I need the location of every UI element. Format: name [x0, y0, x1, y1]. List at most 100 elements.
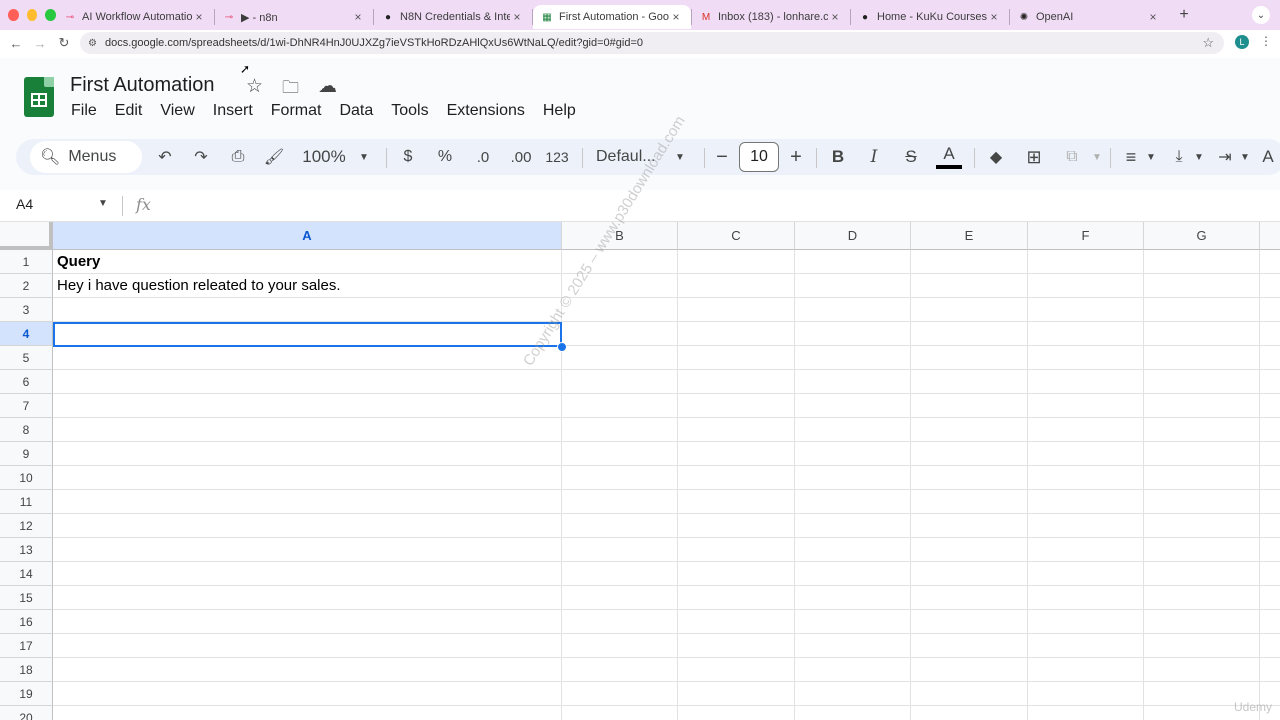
- site-info-icon[interactable]: ⚙: [88, 38, 97, 49]
- cell[interactable]: [795, 562, 911, 586]
- italic-icon[interactable]: I: [864, 139, 884, 175]
- text-wrapping-icon[interactable]: ⇥: [1214, 139, 1236, 175]
- cell[interactable]: [678, 706, 795, 720]
- cell[interactable]: [911, 538, 1028, 562]
- cell[interactable]: [795, 298, 911, 322]
- cell[interactable]: [562, 586, 678, 610]
- cell[interactable]: [1028, 274, 1144, 298]
- cell[interactable]: [911, 634, 1028, 658]
- cell[interactable]: [1144, 514, 1260, 538]
- column-header-f[interactable]: F: [1028, 222, 1144, 250]
- cell[interactable]: [53, 562, 562, 586]
- cell[interactable]: [1028, 394, 1144, 418]
- cell[interactable]: [1144, 610, 1260, 634]
- menu-item-insert[interactable]: Insert: [204, 102, 262, 120]
- horizontal-align-icon[interactable]: ≡: [1120, 139, 1142, 175]
- cell[interactable]: [1028, 706, 1144, 720]
- increase-font-size-icon[interactable]: +: [786, 139, 806, 175]
- cell[interactable]: [1260, 634, 1280, 658]
- cell[interactable]: [562, 682, 678, 706]
- browser-tab[interactable]: ▦ First Automation - Google Sh×: [533, 5, 691, 29]
- column-header-d[interactable]: D: [795, 222, 911, 250]
- cell[interactable]: [795, 250, 911, 274]
- cell[interactable]: [1144, 562, 1260, 586]
- cell[interactable]: [911, 250, 1028, 274]
- cell[interactable]: [795, 442, 911, 466]
- browser-tab[interactable]: ● Home - KuKu Courses ×: [851, 5, 1009, 29]
- cell[interactable]: [678, 490, 795, 514]
- row-header-14[interactable]: 14: [0, 562, 53, 586]
- cell[interactable]: [53, 298, 562, 322]
- cell[interactable]: [678, 610, 795, 634]
- cell[interactable]: [1028, 250, 1144, 274]
- cell[interactable]: [678, 370, 795, 394]
- cell[interactable]: [1260, 370, 1280, 394]
- cell[interactable]: [53, 394, 562, 418]
- redo-icon[interactable]: ↷: [190, 139, 212, 175]
- cell[interactable]: [678, 514, 795, 538]
- decrease-font-size-icon[interactable]: −: [712, 139, 732, 175]
- url-field[interactable]: ⚙ docs.google.com/spreadsheets/d/1wi-DhN…: [80, 32, 1224, 54]
- vertical-align-icon[interactable]: ⤓: [1168, 139, 1190, 175]
- cell[interactable]: [678, 634, 795, 658]
- row-header-16[interactable]: 16: [0, 610, 53, 634]
- cell[interactable]: [1028, 322, 1144, 346]
- cell[interactable]: [53, 610, 562, 634]
- cell[interactable]: [795, 322, 911, 346]
- name-box[interactable]: A4: [16, 196, 33, 212]
- cell[interactable]: [795, 394, 911, 418]
- profile-avatar[interactable]: L: [1235, 35, 1249, 49]
- cell[interactable]: [795, 346, 911, 370]
- cell[interactable]: [795, 514, 911, 538]
- cell[interactable]: [911, 394, 1028, 418]
- column-header-partial[interactable]: [1260, 222, 1280, 250]
- browser-tab[interactable]: ⊸ AI Workflow Automation Platf×: [56, 5, 214, 29]
- wrap-dropdown-icon[interactable]: ▼: [1238, 139, 1252, 175]
- cell[interactable]: [1028, 682, 1144, 706]
- cell[interactable]: [1144, 274, 1260, 298]
- cell-a2[interactable]: Hey i have question releated to your sal…: [53, 274, 562, 298]
- cell[interactable]: [1260, 538, 1280, 562]
- sheets-logo-icon[interactable]: [24, 77, 54, 117]
- row-header-4[interactable]: 4: [0, 322, 53, 346]
- increase-decimal-button[interactable]: .00: [504, 139, 538, 175]
- cell[interactable]: [1028, 370, 1144, 394]
- cell-a1[interactable]: Query: [53, 250, 562, 274]
- cloud-status-icon[interactable]: ☁: [318, 75, 337, 98]
- star-icon[interactable]: ☆: [246, 75, 263, 98]
- move-folder-icon[interactable]: 🗀: [282, 75, 299, 104]
- menu-item-edit[interactable]: Edit: [106, 102, 152, 120]
- cell[interactable]: [911, 610, 1028, 634]
- cell[interactable]: [1028, 298, 1144, 322]
- cell[interactable]: [795, 538, 911, 562]
- text-rotation-icon[interactable]: A: [1260, 139, 1276, 175]
- cell[interactable]: [678, 442, 795, 466]
- cell[interactable]: [1028, 346, 1144, 370]
- cell[interactable]: [911, 466, 1028, 490]
- cell[interactable]: [795, 466, 911, 490]
- print-icon[interactable]: ⎙: [226, 139, 250, 175]
- tab-close-icon[interactable]: ×: [669, 10, 683, 24]
- cell[interactable]: [911, 658, 1028, 682]
- row-header-13[interactable]: 13: [0, 538, 53, 562]
- column-header-a[interactable]: A: [53, 222, 562, 250]
- cell[interactable]: [562, 490, 678, 514]
- cell[interactable]: [795, 370, 911, 394]
- menus-search-field[interactable]: 🔍︎ Menus: [30, 141, 142, 173]
- cell[interactable]: [911, 370, 1028, 394]
- select-all-corner[interactable]: [0, 222, 53, 250]
- fill-handle[interactable]: [557, 342, 567, 352]
- cell[interactable]: [678, 562, 795, 586]
- cell[interactable]: [1028, 466, 1144, 490]
- cell[interactable]: [53, 634, 562, 658]
- name-box-dropdown-icon[interactable]: ▼: [98, 198, 108, 209]
- row-header-19[interactable]: 19: [0, 682, 53, 706]
- cell[interactable]: [678, 538, 795, 562]
- cell[interactable]: [1028, 634, 1144, 658]
- cell[interactable]: [1144, 298, 1260, 322]
- cell[interactable]: [1028, 586, 1144, 610]
- maximize-window-button[interactable]: [45, 9, 57, 21]
- cell[interactable]: [562, 658, 678, 682]
- cell[interactable]: [53, 442, 562, 466]
- cell[interactable]: [911, 298, 1028, 322]
